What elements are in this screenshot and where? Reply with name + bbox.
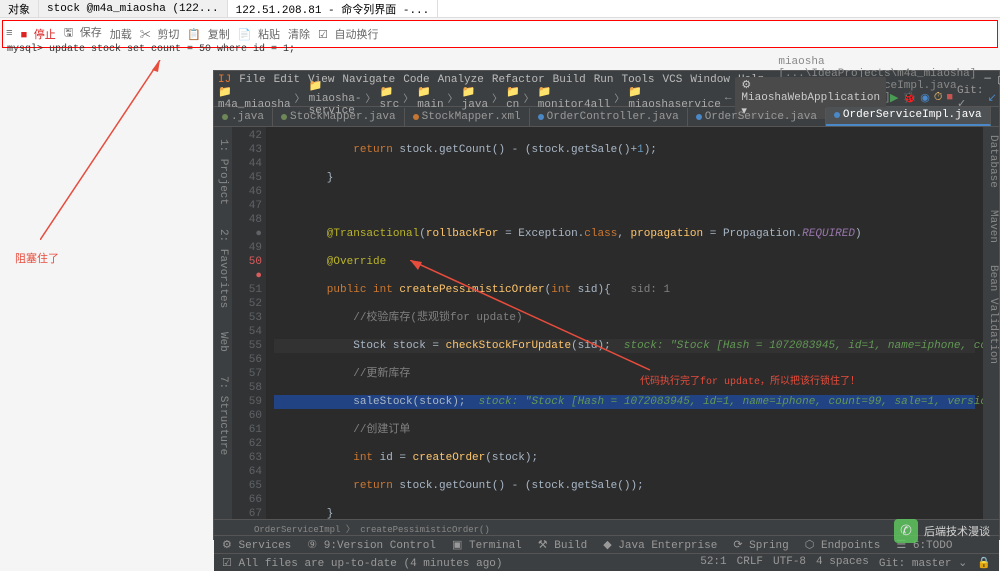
tab-orderserviceimpl[interactable]: OrderServiceImpl.java [826, 107, 991, 126]
tab-orderservice[interactable]: OrderService.java [688, 108, 826, 126]
tool-database[interactable]: Database [983, 135, 999, 188]
code-breadcrumb[interactable]: OrderServiceImpl 〉 createPessimisticOrde… [214, 519, 999, 535]
editor-area: 1: Project 2: Favorites Web 7: Structure… [214, 127, 999, 519]
tool-bean[interactable]: Bean Validation [983, 265, 999, 364]
crumb-root[interactable]: 📁 m4a_miaosha [218, 85, 291, 111]
status-caret[interactable]: 52:1 [700, 556, 726, 570]
right-tool-strip: Database Maven Bean Validation [983, 127, 999, 364]
status-bar: ☑ All files are up-to-date (4 minutes ag… [214, 553, 999, 571]
tab-terminal[interactable]: 122.51.208.81 - 命令列界面 -... [228, 0, 439, 17]
annotation-blocked: 阻塞住了 [15, 250, 59, 266]
intellij-ide: IJ File Edit View Navigate Code Analyze … [213, 70, 1000, 540]
tool-spring[interactable]: ⟳ Spring [733, 538, 788, 552]
crumb-main[interactable]: 📁 main [417, 85, 443, 111]
clear-button[interactable]: 清除 [288, 26, 310, 42]
editor-tabs: .java StockMapper.java StockMapper.xml O… [214, 107, 999, 127]
crumb-cn[interactable]: 📁 cn [506, 85, 520, 111]
tool-web[interactable]: Web [217, 332, 229, 352]
mysql-terminal: ≡ ■ 停止 🖫 保存 加载 ✂ 剪切 📋 复制 📄 粘贴 清除 ☑ 自动换行 … [2, 20, 998, 48]
watermark: ✆ 后端技术漫谈 [894, 519, 990, 543]
tool-terminal[interactable]: ▣ Terminal [452, 538, 522, 552]
status-lineending[interactable]: CRLF [737, 556, 763, 570]
status-encoding[interactable]: UTF-8 [773, 556, 806, 570]
autowrap-toggle[interactable]: ☑ 自动换行 [318, 26, 378, 42]
app-top-tabs: 对象 stock @m4a_miaosha (122... 122.51.208… [0, 0, 1000, 18]
annotation-arrow-1 [40, 60, 170, 240]
save-button[interactable]: 🖫 保存 [64, 24, 102, 43]
copy-button[interactable]: 📋 复制 [187, 26, 229, 42]
tool-structure[interactable]: 7: Structure [217, 376, 229, 455]
code-area[interactable]: return stock.getCount() - (stock.getSale… [266, 127, 983, 519]
tool-build[interactable]: ⚒ Build [538, 538, 587, 552]
crumb-src[interactable]: 📁 src [379, 85, 399, 111]
annotation-lock-note: 代码执行完了for update，所以把该行锁住了！ [640, 372, 860, 388]
line-gutter: 42434445464748 ●4950 ●515253545556575859… [232, 127, 266, 519]
status-git[interactable]: Git: master ⌄ [879, 556, 967, 570]
coverage-icon[interactable]: ◉ [920, 91, 930, 105]
term-menu-icon[interactable]: ≡ [6, 28, 13, 40]
status-indent[interactable]: 4 spaces [816, 556, 869, 570]
debug-button[interactable]: 🐞 [903, 91, 917, 105]
run-button[interactable]: ▶ [890, 91, 898, 105]
back-icon[interactable]: ← [725, 92, 732, 104]
tab-stockmapper-xml[interactable]: StockMapper.xml [405, 108, 530, 126]
git-pull-icon[interactable]: ↙ [987, 91, 996, 105]
wechat-icon: ✆ [894, 519, 918, 543]
ide-nav-breadcrumb: 📁 m4a_miaosha〉 📁 miaosha-service〉 📁 src〉… [214, 89, 999, 107]
bottom-tool-bar: ⚙ Services ⑨ 9:Version Control ▣ Termina… [214, 535, 999, 553]
tab-ordercontroller[interactable]: OrderController.java [530, 108, 688, 126]
tab-java[interactable]: .java [214, 108, 273, 126]
mysql-prompt: mysql> update stock set count = 50 where… [5, 44, 995, 55]
tab-object[interactable]: 对象 [0, 0, 39, 17]
paste-button[interactable]: 📄 粘贴 [238, 26, 280, 42]
left-tool-strip: 1: Project 2: Favorites Web 7: Structure [214, 127, 232, 519]
crumb-java[interactable]: 📁 java [462, 85, 488, 111]
tab-stock[interactable]: stock @m4a_miaosha (122... [39, 0, 228, 17]
tab-reflective[interactable]: ReflectiveMethodInvocation.class [991, 108, 999, 126]
tool-services[interactable]: ⚙ Services [222, 538, 291, 552]
tool-versioncontrol[interactable]: ⑨ 9:Version Control [307, 538, 436, 552]
tool-favorites[interactable]: 2: Favorites [217, 229, 229, 308]
terminal-toolbar: ≡ ■ 停止 🖫 保存 加载 ✂ 剪切 📋 复制 📄 粘贴 清除 ☑ 自动换行 [5, 23, 995, 44]
tool-endpoints[interactable]: ⬡ Endpoints [805, 538, 881, 552]
crumb-pkg2[interactable]: 📁 miaoshaservice [628, 85, 720, 111]
stop-button[interactable]: ■ 停止 [21, 26, 56, 42]
load-button[interactable]: 加载 [110, 26, 132, 42]
tool-project[interactable]: 1: Project [217, 139, 229, 205]
profile-icon[interactable]: ⏱ [934, 92, 943, 104]
tab-stockmapper[interactable]: StockMapper.java [273, 108, 405, 126]
tool-java-enterprise[interactable]: ◆ Java Enterprise [603, 538, 717, 552]
crumb-pkg[interactable]: 📁 monitor4all [538, 85, 611, 111]
stop-button[interactable]: ■ [946, 92, 953, 104]
cut-button[interactable]: ✂ 剪切 [140, 26, 180, 42]
status-message: ☑ All files are up-to-date (4 minutes ag… [222, 556, 503, 570]
lock-icon[interactable]: 🔒 [977, 556, 991, 570]
tool-maven[interactable]: Maven [983, 210, 999, 243]
